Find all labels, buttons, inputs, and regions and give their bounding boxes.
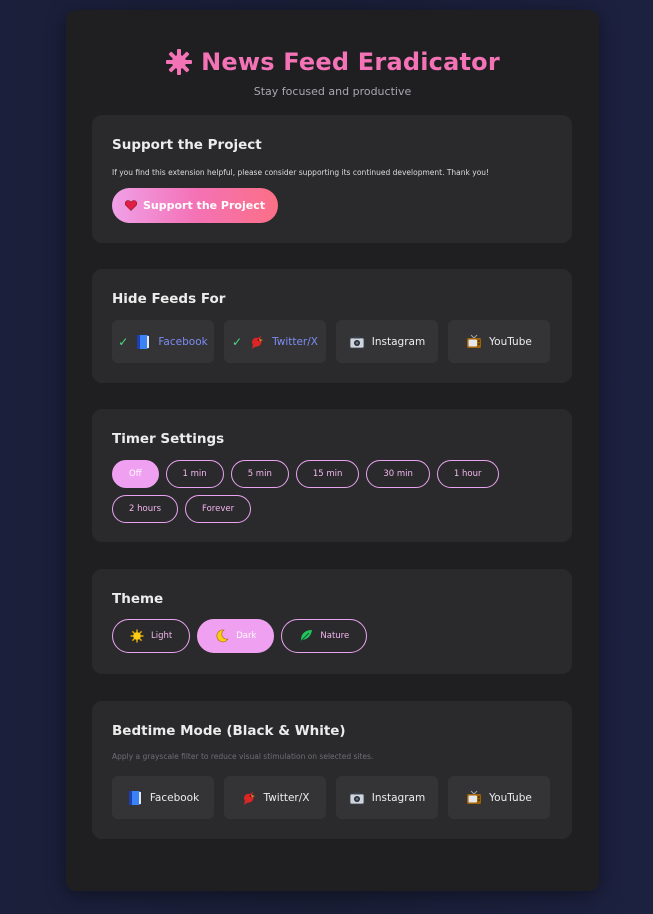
hide-feeds-card: Hide Feeds For ✓ Facebook ✓ Twitter/X In… bbox=[92, 269, 572, 383]
theme-label: Dark bbox=[236, 631, 257, 641]
check-icon: ✓ bbox=[118, 334, 129, 349]
theme-label: Nature bbox=[320, 631, 350, 641]
bedtime-heading: Bedtime Mode (Black & White) bbox=[112, 723, 346, 739]
tv-icon bbox=[467, 334, 482, 348]
bedtime-youtube[interactable]: YouTube bbox=[448, 776, 550, 819]
site-label: Facebook bbox=[149, 791, 200, 804]
theme-option-light[interactable]: Light bbox=[112, 619, 191, 653]
theme-option-nature[interactable]: Nature bbox=[281, 619, 368, 653]
theme-option-dark[interactable]: Dark bbox=[197, 619, 275, 653]
header: News Feed Eradicator Stay focused and pr… bbox=[66, 46, 599, 98]
theme-heading: Theme bbox=[112, 591, 164, 607]
theme-label: Light bbox=[151, 631, 173, 641]
bedtime-description: Apply a grayscale filter to reduce visua… bbox=[112, 752, 374, 761]
timer-option-15-min[interactable]: 15 min bbox=[295, 460, 360, 488]
pink-star-burst-icon bbox=[166, 49, 193, 75]
bedtime-twitter[interactable]: Twitter/X bbox=[224, 776, 326, 819]
site-label: Twitter/X bbox=[263, 791, 310, 804]
timer-option-2-hours[interactable]: 2 hours bbox=[112, 495, 179, 523]
moon-icon bbox=[216, 629, 229, 643]
timer-option-30-min[interactable]: 30 min bbox=[366, 460, 430, 488]
timer-option-1-min[interactable]: 1 min bbox=[165, 460, 224, 488]
app-title: News Feed Eradicator bbox=[201, 48, 500, 76]
support-button[interactable]: Support the Project bbox=[112, 188, 278, 223]
bird-icon bbox=[243, 791, 255, 805]
timer-option-off[interactable]: Off bbox=[112, 460, 159, 488]
support-button-label: Support the Project bbox=[142, 199, 265, 212]
timer-heading: Timer Settings bbox=[112, 431, 225, 447]
leaf-icon bbox=[300, 630, 313, 643]
app-subtitle: Stay focused and productive bbox=[253, 85, 412, 98]
theme-card: Theme Light Dark Nature bbox=[92, 569, 572, 674]
camera-icon bbox=[349, 336, 365, 348]
camera-icon bbox=[349, 792, 365, 804]
timer-card: Timer Settings Off 1 min 5 min 15 min 30… bbox=[92, 409, 572, 542]
site-label: Twitter/X bbox=[272, 335, 318, 348]
timer-option-1-hour[interactable]: 1 hour bbox=[436, 460, 499, 488]
book-icon bbox=[128, 790, 141, 805]
hide-feed-twitter[interactable]: ✓ Twitter/X bbox=[224, 320, 326, 363]
hide-feed-facebook[interactable]: ✓ Facebook bbox=[112, 320, 214, 363]
bedtime-card: Bedtime Mode (Black & White) Apply a gra… bbox=[92, 701, 572, 839]
support-card: Support the Project If you find this ext… bbox=[92, 115, 572, 243]
site-label: YouTube bbox=[489, 791, 532, 804]
bird-icon bbox=[252, 335, 264, 349]
settings-panel: News Feed Eradicator Stay focused and pr… bbox=[66, 10, 599, 891]
timer-option-5-min[interactable]: 5 min bbox=[230, 460, 289, 488]
bedtime-facebook[interactable]: Facebook bbox=[112, 776, 214, 819]
hide-feeds-heading: Hide Feeds For bbox=[112, 291, 226, 307]
book-icon bbox=[137, 334, 150, 349]
hide-feed-instagram[interactable]: Instagram bbox=[336, 320, 438, 363]
tv-icon bbox=[467, 790, 482, 804]
heart-icon bbox=[124, 200, 137, 211]
site-label: YouTube bbox=[489, 335, 532, 348]
timer-option-forever[interactable]: Forever bbox=[185, 495, 252, 523]
check-icon: ✓ bbox=[232, 334, 243, 349]
site-label: Instagram bbox=[371, 791, 426, 804]
sun-icon bbox=[130, 629, 144, 643]
support-description: If you find this extension helpful, plea… bbox=[112, 168, 490, 177]
support-heading: Support the Project bbox=[112, 137, 262, 153]
site-label: Facebook bbox=[158, 335, 208, 348]
hide-feed-youtube[interactable]: YouTube bbox=[448, 320, 550, 363]
site-label: Instagram bbox=[371, 335, 426, 348]
bedtime-instagram[interactable]: Instagram bbox=[336, 776, 438, 819]
